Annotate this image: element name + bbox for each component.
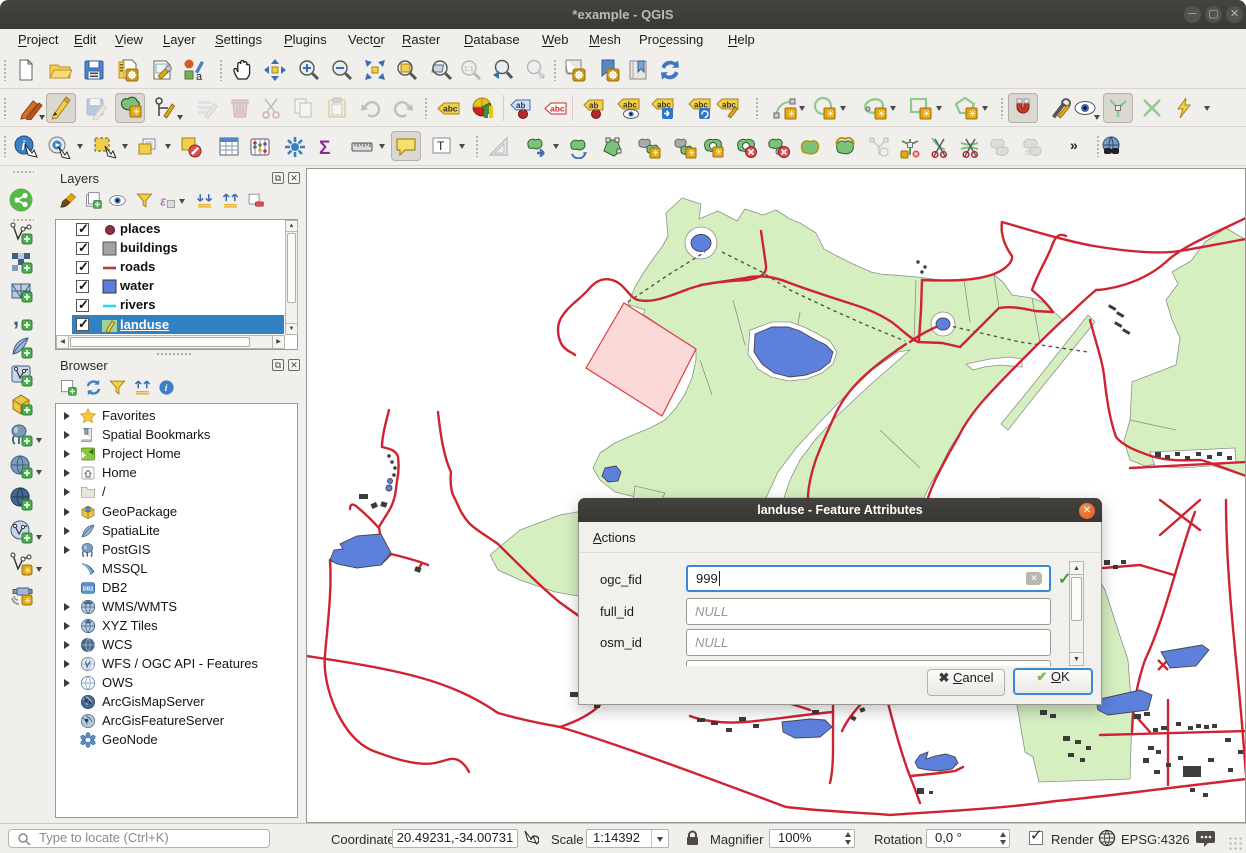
svg-text:✳: ✳ (968, 109, 976, 120)
svg-text:abc: abc (443, 104, 458, 114)
svg-text:✳: ✳ (922, 109, 930, 120)
svg-text:✳: ✳ (826, 109, 834, 120)
svg-text:ε: ε (160, 193, 166, 208)
svg-text:DB2: DB2 (83, 587, 94, 593)
svg-text:✳: ✳ (688, 148, 696, 158)
svg-text:✳: ✳ (24, 566, 32, 576)
svg-text:abc: abc (550, 104, 565, 114)
svg-text:✳: ✳ (877, 109, 885, 120)
svg-text:,: , (13, 307, 19, 330)
svg-text:i: i (165, 383, 168, 393)
svg-text:✳: ✳ (715, 147, 723, 157)
svg-text:✳: ✳ (787, 109, 795, 120)
svg-text:ab: ab (516, 101, 525, 110)
svg-text:✳: ✳ (652, 148, 660, 158)
svg-text:1:1: 1:1 (464, 66, 474, 73)
svg-text:T: T (437, 139, 445, 153)
svg-text:abc: abc (623, 101, 637, 110)
svg-text:✳: ✳ (132, 107, 140, 118)
svg-text:ab: ab (589, 101, 598, 110)
svg-text:✳: ✳ (24, 596, 32, 606)
svg-text:a: a (196, 71, 203, 82)
svg-text:Σ: Σ (319, 138, 330, 159)
